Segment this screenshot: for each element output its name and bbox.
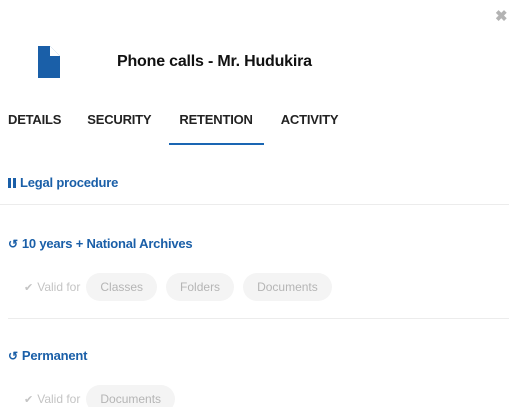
close-icon[interactable]: ✖ <box>495 8 509 26</box>
chip-documents: Documents <box>86 385 176 407</box>
rule-label: 10 years + National Archives <box>21 236 193 251</box>
history-icon: ↺ <box>8 348 18 363</box>
valid-for-row: ✔ Valid for Classes Folders Documents <box>24 273 341 301</box>
rule-label: Permanent <box>21 348 88 363</box>
page-title: Phone calls - Mr. Hudukira <box>117 53 312 70</box>
document-header: Phone calls - Mr. Hudukira <box>38 46 312 78</box>
tab-details[interactable]: DETAILS <box>8 112 61 144</box>
pause-icon <box>8 177 16 188</box>
document-icon <box>38 46 60 78</box>
rule-title[interactable]: ↺ 10 years + National Archives <box>8 236 193 251</box>
check-icon: ✔ <box>24 393 34 406</box>
section-divider <box>0 204 509 205</box>
tab-retention[interactable]: RETENTION <box>169 112 265 145</box>
chip-folders: Folders <box>166 273 235 301</box>
check-icon: ✔ <box>24 281 34 294</box>
tab-activity[interactable]: ACTIVITY <box>281 112 339 144</box>
history-icon: ↺ <box>8 236 18 251</box>
retention-panel: ✖ Phone calls - Mr. Hudukira DETAILS SEC… <box>0 0 509 407</box>
valid-for-label: Valid for <box>37 392 81 406</box>
valid-for-label: Valid for <box>37 280 81 294</box>
tab-security[interactable]: SECURITY <box>87 112 151 144</box>
tab-bar: DETAILS SECURITY RETENTION ACTIVITY <box>0 112 339 146</box>
procedure-title[interactable]: Legal procedure <box>8 175 118 190</box>
rule-divider <box>8 318 509 319</box>
valid-for-row: ✔ Valid for Documents <box>24 385 184 407</box>
chip-documents: Documents <box>243 273 332 301</box>
rule-title[interactable]: ↺ Permanent <box>8 348 87 363</box>
chip-classes: Classes <box>86 273 158 301</box>
procedure-label: Legal procedure <box>20 175 119 190</box>
